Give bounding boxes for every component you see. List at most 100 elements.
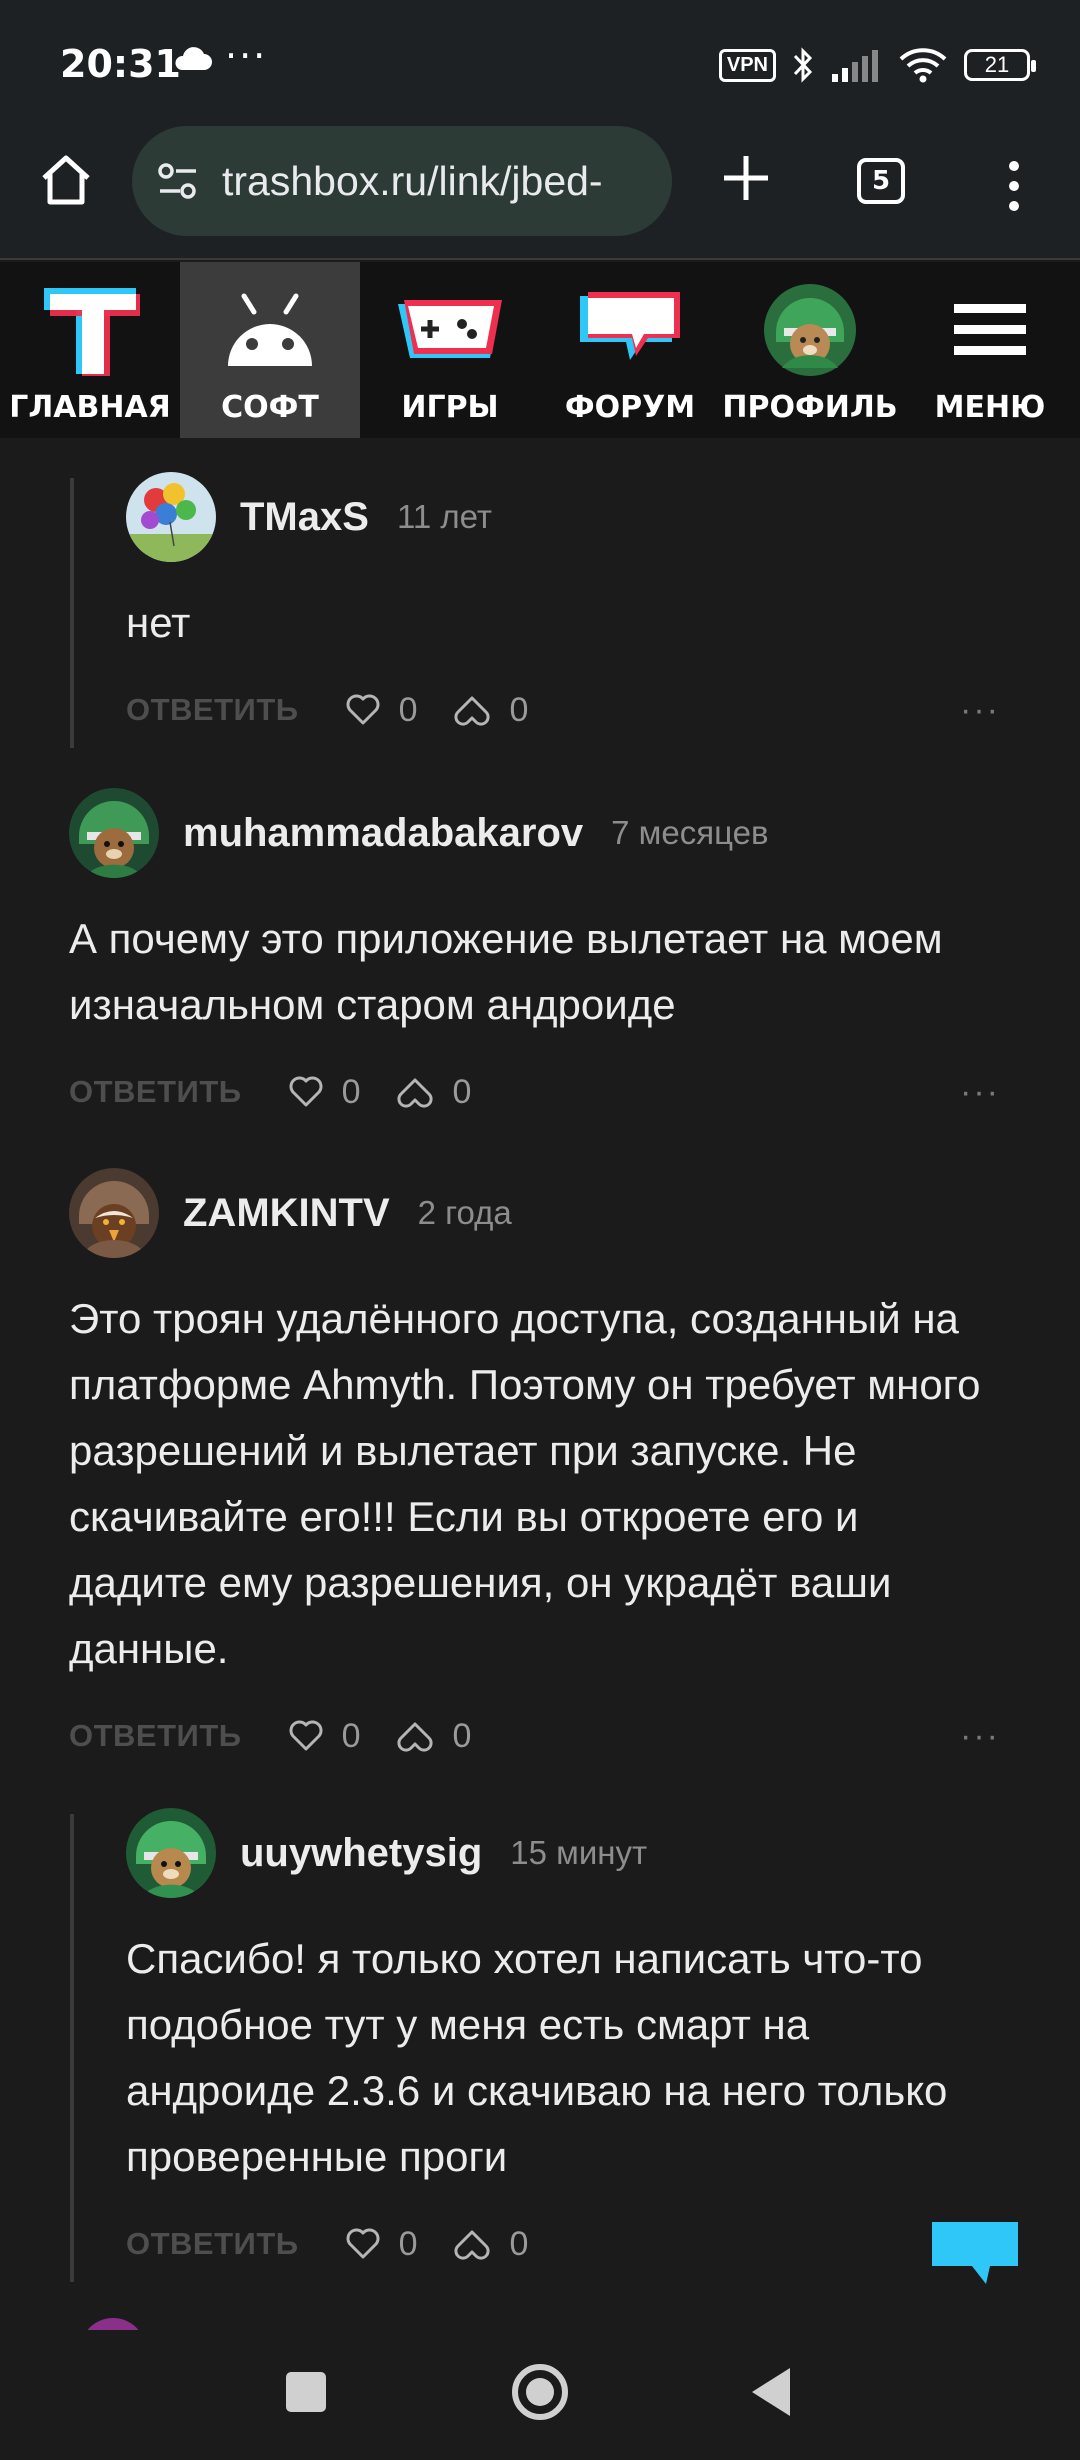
comment-actions: ОТВЕТИТЬ 0 0 ··· (69, 1062, 1000, 1122)
balloons-avatar-icon (126, 472, 216, 562)
comment-more-icon[interactable]: ··· (960, 1073, 1000, 1112)
status-bar: 20:31 ··· VPN 21 (0, 0, 1080, 120)
comment-text: Это троян удалённого доступа, созданный … (69, 1295, 981, 1672)
wifi-icon (899, 48, 947, 83)
battery-icon: 21 (964, 49, 1036, 81)
thread-line (70, 478, 74, 748)
nav-label: СОФТ (221, 390, 319, 425)
like-count: 0 (398, 690, 418, 729)
back-button[interactable] (752, 2368, 790, 2416)
comment-actions: ОТВЕТИТЬ 0 0 ··· (126, 680, 1000, 740)
like-button[interactable]: 0 (288, 1716, 361, 1756)
comment-author[interactable]: ZAMKINTV (183, 1191, 390, 1236)
avatar[interactable] (126, 1808, 216, 1898)
like-button[interactable]: 0 (345, 2224, 418, 2264)
cloud-icon (175, 47, 212, 70)
like-count: 0 (341, 1072, 361, 1111)
comment-actions: ОТВЕТИТЬ 0 0 ··· (69, 1706, 1000, 1766)
nav-label: ИГРЫ (401, 390, 499, 425)
status-time: 20:31 (60, 42, 181, 86)
comment-text: нет (126, 599, 191, 646)
gamepad-icon (398, 300, 502, 358)
avatar[interactable] (80, 2318, 146, 2330)
dislike-count: 0 (509, 2224, 529, 2263)
nav-item-profile[interactable]: ПРОФИЛЬ (720, 262, 900, 438)
broken-heart-icon (454, 696, 491, 726)
comment-time[interactable]: 7 месяцев (611, 814, 768, 852)
nav-item-games[interactable]: ИГРЫ (360, 262, 540, 438)
comment: ZAMKINTV 2 года Это троян удалённого дос… (69, 1168, 1000, 1766)
home-button[interactable] (512, 2364, 568, 2420)
url-text: trashbox.ru/link/jbed- (222, 157, 603, 204)
comment-more-icon[interactable]: ··· (960, 1717, 1000, 1756)
dislike-button[interactable]: 0 (396, 1717, 471, 1756)
heart-icon (346, 2228, 380, 2259)
new-tab-icon[interactable] (716, 148, 776, 208)
dislike-count: 0 (452, 1716, 472, 1755)
reply-button[interactable]: ОТВЕТИТЬ (69, 1718, 242, 1754)
more-notifications-icon: ··· (225, 34, 268, 78)
comment-text: Спасибо! я только хотел написать что-то … (126, 1935, 948, 2180)
comment-time[interactable]: 11 лет (397, 498, 492, 536)
signal-icon (832, 50, 878, 82)
nav-label: ФОРУМ (564, 390, 696, 425)
comment-time[interactable]: 15 минут (510, 1834, 647, 1872)
comment-author[interactable]: muhammadabakarov (183, 811, 583, 856)
heart-icon (289, 1076, 323, 1107)
like-count: 0 (398, 2224, 418, 2263)
bear-astronaut-avatar-icon (126, 1808, 216, 1898)
like-count: 0 (341, 1716, 361, 1755)
battery-level: 21 (984, 52, 1010, 77)
trashbox-t-logo-icon (44, 288, 140, 376)
comment-time[interactable]: 2 года (418, 1194, 512, 1232)
home-icon[interactable] (36, 150, 96, 210)
system-navigation-bar (0, 2330, 1080, 2460)
avatar[interactable] (69, 1168, 159, 1258)
comment-fab-icon[interactable] (930, 2220, 1020, 2286)
like-button[interactable]: 0 (288, 1072, 361, 1112)
site-settings-icon[interactable] (156, 159, 200, 203)
like-button[interactable]: 0 (345, 690, 418, 730)
heart-icon (346, 694, 380, 725)
comments-section: TMaxS 11 лет нет ОТВЕТИТЬ 0 0 ··· muhamm… (0, 438, 1080, 2330)
avatar[interactable] (126, 472, 216, 562)
vpn-icon: VPN (718, 48, 776, 82)
bluetooth-icon (793, 47, 813, 83)
comment-actions: ОТВЕТИТЬ 0 0 (126, 2214, 1000, 2274)
tab-count: 5 (871, 166, 891, 196)
android-icon (228, 293, 312, 366)
dislike-button[interactable]: 0 (453, 2225, 528, 2264)
heart-icon (289, 1720, 323, 1751)
reply-button[interactable]: ОТВЕТИТЬ (126, 2226, 299, 2262)
tab-switcher-button[interactable]: 5 (857, 158, 905, 204)
hamburger-menu-icon (954, 304, 1026, 355)
comment-author[interactable]: uuywhetysig (240, 1831, 482, 1876)
thread-line (70, 1814, 74, 2282)
dislike-button[interactable]: 0 (453, 691, 528, 730)
comment: TMaxS 11 лет нет ОТВЕТИТЬ 0 0 ··· (126, 472, 1000, 740)
comment-author[interactable]: TMaxS (240, 495, 369, 540)
address-bar[interactable]: trashbox.ru/link/jbed- (132, 126, 672, 236)
browser-toolbar: trashbox.ru/link/jbed- 5 (0, 120, 1080, 260)
site-nav: ГЛАВНАЯ СОФТ ИГРЫ ФОРУМ ПРОФИЛЬ МЕНЮ (0, 262, 1080, 438)
reply-button[interactable]: ОТВЕТИТЬ (126, 692, 299, 728)
bear-astronaut-avatar-icon (69, 788, 159, 878)
dislike-button[interactable]: 0 (396, 1073, 471, 1112)
reply-button[interactable]: ОТВЕТИТЬ (69, 1074, 242, 1110)
nav-label: ПРОФИЛЬ (722, 390, 898, 425)
status-icons: VPN 21 (718, 40, 1036, 90)
recents-button[interactable] (286, 2372, 326, 2412)
nav-label: ГЛАВНАЯ (9, 390, 171, 425)
nav-label: МЕНЮ (934, 390, 1046, 425)
nav-item-forum[interactable]: ФОРУМ (540, 262, 720, 438)
nav-item-menu[interactable]: МЕНЮ (900, 262, 1080, 438)
overflow-menu-icon[interactable] (998, 156, 1030, 216)
comment-text: А почему это приложение вылетает на моем… (69, 915, 943, 1028)
comment-more-icon[interactable]: ··· (960, 691, 1000, 730)
nav-item-soft[interactable]: СОФТ (180, 262, 360, 438)
nav-item-home[interactable]: ГЛАВНАЯ (0, 262, 180, 438)
comment: muhammadabakarov 7 месяцев А почему это … (69, 788, 1000, 1122)
broken-heart-icon (454, 2230, 491, 2260)
broken-heart-icon (397, 1078, 434, 1108)
avatar[interactable] (69, 788, 159, 878)
